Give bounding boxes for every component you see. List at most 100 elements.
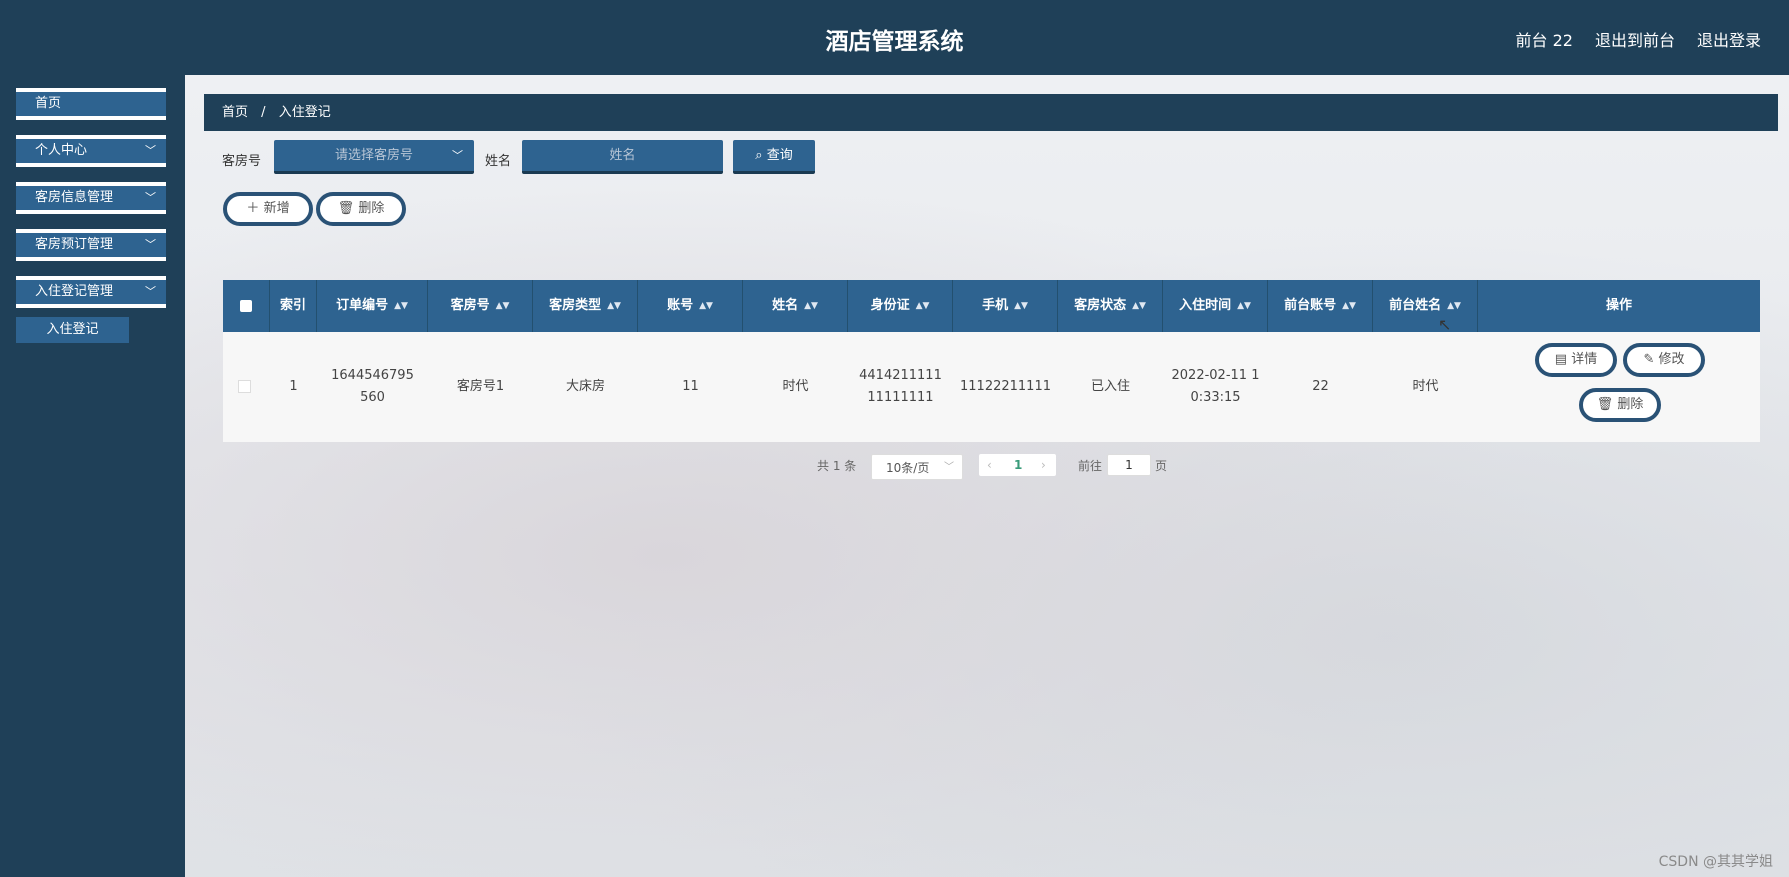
sidebar-item-label: 个人中心 (35, 143, 88, 158)
sidebar-item-checkin-management[interactable]: 入住登记管理 ﹀ (16, 276, 166, 308)
top-links: 前台 22 退出到前台 退出登录 (1516, 27, 1761, 51)
col-name-label: 姓名 (772, 298, 799, 313)
sidebar-item-room-info[interactable]: 客房信息管理 ﹀ (16, 182, 166, 214)
query-button[interactable]: ⌕ 查询 (733, 140, 815, 174)
sort-icon[interactable]: ▲▼ (1447, 301, 1461, 311)
col-desk-account[interactable]: 前台账号 ▲▼ (1268, 280, 1373, 332)
row-select-cell (223, 332, 270, 442)
name-input[interactable]: 姓名 (522, 140, 723, 174)
watermark: CSDN @其其学姐 (1658, 854, 1773, 870)
row-delete-button[interactable]: 🗑 删除 (1579, 388, 1661, 422)
chevron-down-icon: ﹀ (145, 191, 156, 204)
sidebar-item-label: 客房信息管理 (35, 190, 114, 205)
table-row: 1 1644546795560 客房号1 大床房 11 时代 441421111… (223, 332, 1760, 442)
col-checkin-time[interactable]: 入住时间 ▲▼ (1163, 280, 1268, 332)
add-button[interactable]: ＋ 新增 (223, 192, 313, 226)
col-desk-name-label: 前台姓名 (1389, 298, 1442, 313)
breadcrumb-home[interactable]: 首页 (222, 105, 248, 120)
sort-icon[interactable]: ▲▼ (916, 301, 930, 311)
detail-button[interactable]: ▤ 详情 (1535, 343, 1617, 377)
pencil-icon: ✎ (1643, 352, 1655, 367)
cell-desk-name: 时代 (1412, 379, 1439, 394)
sort-icon[interactable]: ▲▼ (1132, 301, 1146, 311)
col-checkin-time-label: 入住时间 (1179, 298, 1232, 313)
col-index-label: 索引 (279, 298, 306, 313)
user-link[interactable]: 前台 22 (1516, 27, 1573, 51)
sort-icon[interactable]: ▲▼ (1014, 301, 1028, 311)
col-room-type[interactable]: 客房类型 ▲▼ (533, 280, 638, 332)
pagination-total: 共 1 条 (817, 459, 857, 473)
sidebar-item-label: 首页 (35, 96, 62, 111)
top-bar: 酒店管理系统 前台 22 退出到前台 退出登录 (0, 0, 1789, 75)
cell-id-card: 441421111111111111 (859, 368, 942, 405)
cell-checkin-time: 2022-02-11 10:33:15 (1171, 368, 1260, 405)
page-nav: ‹ 1 › (979, 454, 1056, 476)
current-page-number[interactable]: 1 (1014, 454, 1022, 476)
col-account[interactable]: 账号 ▲▼ (638, 280, 743, 332)
sort-icon[interactable]: ▲▼ (496, 301, 510, 311)
col-desk-name[interactable]: 前台姓名 ▲▼ (1373, 280, 1478, 332)
sort-icon[interactable]: ▲▼ (1342, 301, 1356, 311)
col-name[interactable]: 姓名 ▲▼ (743, 280, 848, 332)
sidebar-subitem-checkin[interactable]: 入住登记 (16, 317, 129, 343)
room-select-placeholder: 请选择客房号 (334, 148, 413, 163)
sort-icon[interactable]: ▲▼ (394, 301, 408, 311)
col-ops: 操作 (1478, 280, 1760, 332)
detail-button-label: 详情 (1571, 352, 1598, 367)
col-room-no[interactable]: 客房号 ▲▼ (428, 280, 533, 332)
room-select[interactable]: 请选择客房号 ﹀ (274, 140, 474, 174)
col-index: 索引 (270, 280, 317, 332)
sidebar-item-label: 客房预订管理 (35, 237, 114, 252)
row-checkbox[interactable] (238, 380, 251, 393)
cell-phone: 11122211111 (960, 379, 1051, 394)
chevron-down-icon: ﹀ (944, 462, 954, 473)
next-page-icon[interactable]: › (1041, 454, 1046, 476)
query-button-label: 查询 (766, 148, 793, 163)
cell-order-no: 1644546795560 (331, 368, 414, 405)
sidebar-item-personal-center[interactable]: 个人中心 ﹀ (16, 135, 166, 167)
main-content: 首页 / 入住登记 客房号 请选择客房号 ﹀ 姓名 姓名 ⌕ 查询 ＋ 新增 🗑… (185, 75, 1789, 877)
breadcrumb-separator: / (261, 105, 266, 120)
sort-icon[interactable]: ▲▼ (804, 301, 818, 311)
cell-status: 已入住 (1090, 379, 1130, 394)
add-button-label: 新增 (263, 201, 290, 216)
sort-icon[interactable]: ▲▼ (699, 301, 713, 311)
edit-button[interactable]: ✎ 修改 (1623, 343, 1705, 377)
cell-room-type: 大床房 (565, 379, 605, 394)
prev-page-icon[interactable]: ‹ (987, 454, 992, 476)
name-label: 姓名 (485, 154, 512, 169)
col-order-no[interactable]: 订单编号 ▲▼ (317, 280, 428, 332)
col-status-label: 客房状态 (1074, 298, 1127, 313)
back-to-front-link[interactable]: 退出到前台 (1595, 27, 1675, 51)
sort-icon[interactable]: ▲▼ (1237, 301, 1251, 311)
batch-delete-button-label: 删除 (358, 201, 385, 216)
col-account-label: 账号 (667, 298, 694, 313)
document-icon: ▤ (1554, 352, 1568, 367)
col-id-card-label: 身份证 (870, 298, 910, 313)
plus-icon: ＋ (246, 201, 260, 216)
select-all-checkbox[interactable] (240, 300, 252, 312)
cell-account: 11 (682, 379, 699, 394)
batch-delete-button[interactable]: 🗑 删除 (316, 192, 406, 226)
col-status[interactable]: 客房状态 ▲▼ (1058, 280, 1163, 332)
col-id-card[interactable]: 身份证 ▲▼ (848, 280, 953, 332)
breadcrumb-current: 入住登记 (278, 105, 331, 120)
sidebar-item-home[interactable]: 首页 (16, 88, 166, 120)
col-room-type-label: 客房类型 (549, 298, 602, 313)
page-size-value: 10条/页 (886, 461, 930, 475)
page-size-select[interactable]: 10条/页 ﹀ (871, 454, 963, 480)
logout-link[interactable]: 退出登录 (1697, 27, 1761, 51)
chevron-down-icon: ﹀ (145, 144, 156, 157)
sidebar-item-room-booking[interactable]: 客房预订管理 ﹀ (16, 229, 166, 261)
cell-ops: ▤ 详情 ✎ 修改 🗑 删除 (1478, 332, 1760, 442)
name-input-placeholder: 姓名 (609, 148, 636, 163)
cell-name: 时代 (782, 379, 809, 394)
col-phone[interactable]: 手机 ▲▼ (953, 280, 1058, 332)
edit-button-label: 修改 (1658, 352, 1685, 367)
sort-icon[interactable]: ▲▼ (607, 301, 621, 311)
breadcrumb: 首页 / 入住登记 (204, 94, 1778, 131)
search-icon: ⌕ (755, 148, 763, 163)
col-desk-account-label: 前台账号 (1284, 298, 1337, 313)
goto-page-input[interactable]: 1 (1107, 454, 1151, 476)
cell-desk-account: 22 (1312, 379, 1329, 394)
